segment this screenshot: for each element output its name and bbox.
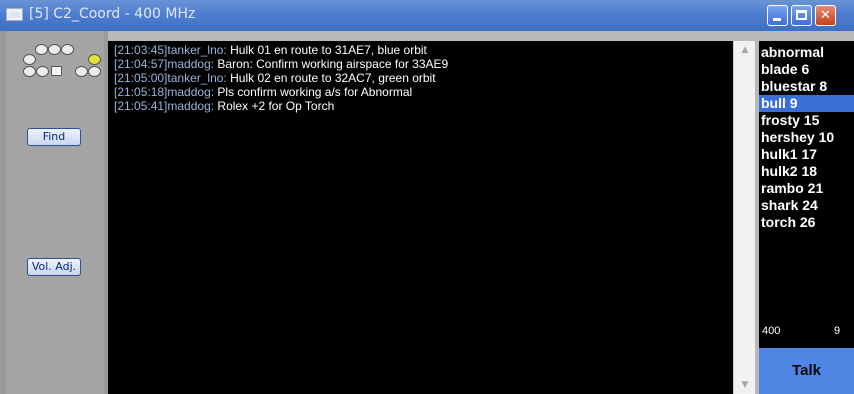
chat-message: [21:03:45]tanker_lno: Hulk 01 en route t…: [114, 43, 427, 57]
chat-message: [21:05:41]maddog: Rolex +2 for Op Torch: [114, 99, 334, 113]
chat-message: [21:05:18]maddog: Pls confirm working a/…: [114, 85, 412, 99]
roster-list[interactable]: abnormal blade 6 bluestar 8 bull 9 frost…: [759, 41, 854, 348]
minimize-icon: [773, 18, 781, 21]
chat-text: Pls confirm working a/s for Abnormal: [214, 85, 413, 99]
roster-item-selected[interactable]: bull 9: [759, 95, 854, 112]
roster-item[interactable]: torch 26: [759, 214, 854, 231]
roster-item[interactable]: blade 6: [759, 61, 854, 78]
window-title: [5] C2_Coord - 400 MHz: [29, 6, 196, 22]
frequency-value: 400: [762, 325, 781, 337]
chat-timestamp: [21:04:57]: [114, 57, 168, 71]
chat-text: Baron: Confirm working airspace for 33AE…: [214, 57, 449, 71]
chat-log[interactable]: [21:03:45]tanker_lno: Hulk 01 en route t…: [108, 41, 733, 394]
chat-message: [21:04:57]maddog: Baron: Confirm working…: [114, 57, 448, 71]
find-button[interactable]: Find: [27, 128, 81, 146]
app-window-icon: [6, 8, 23, 21]
roster-item[interactable]: hershey 10: [759, 129, 854, 146]
title-bar[interactable]: [5] C2_Coord - 400 MHz ✕: [0, 0, 854, 31]
chat-user: maddog:: [167, 57, 215, 71]
chat-timestamp: [21:03:45]: [114, 43, 168, 57]
chat-user: maddog:: [167, 85, 215, 99]
maximize-icon: [796, 10, 807, 20]
chat-scrollbar[interactable]: ▲ ▼: [733, 41, 756, 394]
status-dot: [35, 44, 48, 55]
roster-item[interactable]: hulk1 17: [759, 146, 854, 163]
chat-message: [21:05:00]tanker_lno: Hulk 02 en route t…: [114, 71, 436, 85]
status-dot: [88, 66, 101, 77]
chat-text: Hulk 02 en route to 32AC7, green orbit: [226, 71, 436, 85]
talk-button[interactable]: Talk: [759, 348, 854, 394]
roster-item[interactable]: abnormal: [759, 44, 854, 61]
maximize-button[interactable]: [791, 5, 812, 26]
status-dot-active: [88, 54, 101, 65]
scroll-down-icon[interactable]: ▼: [737, 378, 753, 392]
left-control-panel: Find Vol. Adj.: [0, 31, 108, 394]
user-count: 9: [834, 325, 841, 337]
chat-timestamp: [21:05:18]: [114, 85, 168, 99]
left-panel-inner: [6, 31, 104, 394]
minimize-button[interactable]: [767, 5, 788, 26]
roster-item[interactable]: hulk2 18: [759, 163, 854, 180]
chat-timestamp: [21:05:41]: [114, 99, 168, 113]
roster-item[interactable]: rambo 21: [759, 180, 854, 197]
roster-item[interactable]: frosty 15: [759, 112, 854, 129]
chat-user: tanker_lno:: [167, 71, 227, 85]
chat-text: Hulk 01 en route to 31AE7, blue orbit: [226, 43, 427, 57]
volume-adjust-button[interactable]: Vol. Adj.: [27, 258, 81, 276]
chat-user: maddog:: [167, 99, 215, 113]
status-dot: [23, 54, 36, 65]
frequency-status: 400 9: [759, 320, 854, 348]
app-window: [5] C2_Coord - 400 MHz ✕ Find Vol. Adj. …: [0, 0, 854, 394]
chat-user: tanker_lno:: [167, 43, 227, 57]
close-button[interactable]: ✕: [815, 5, 836, 26]
chat-timestamp: [21:05:00]: [114, 71, 168, 85]
chat-text: Rolex +2 for Op Torch: [214, 99, 335, 113]
scroll-up-icon[interactable]: ▲: [737, 43, 753, 57]
status-dot: [36, 66, 49, 77]
status-dot: [75, 66, 88, 77]
roster-item[interactable]: shark 24: [759, 197, 854, 214]
status-dots-icon: [0, 40, 108, 84]
status-dot: [48, 44, 61, 55]
close-icon: ✕: [820, 8, 831, 23]
status-dot: [61, 44, 74, 55]
roster-item[interactable]: bluestar 8: [759, 78, 854, 95]
status-square: [51, 66, 62, 76]
status-dot: [23, 66, 36, 77]
